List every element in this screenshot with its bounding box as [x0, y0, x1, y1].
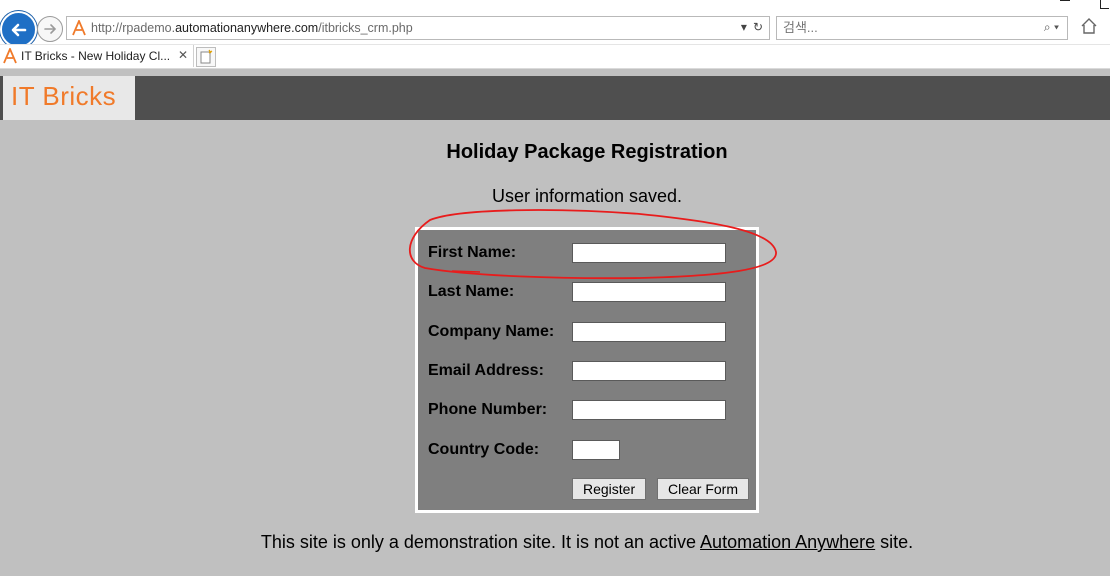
dropdown-icon[interactable]: ▾: [741, 20, 747, 34]
tab-close-icon[interactable]: ✕: [178, 48, 188, 62]
page-title: Holiday Package Registration: [446, 141, 728, 163]
new-tab-button[interactable]: [196, 47, 216, 67]
address-url[interactable]: http://rpademo.automationanywhere.com/it…: [91, 21, 413, 35]
url-host: automationanywhere.com: [175, 21, 319, 35]
email-address-label: Email Address:: [428, 362, 544, 379]
status-message: User information saved.: [491, 186, 683, 206]
arrow-left-icon: [11, 23, 26, 36]
register-button[interactable]: Register: [572, 478, 647, 500]
country-code-label: Country Code:: [428, 441, 540, 458]
window-corner-icon[interactable]: [1100, 0, 1109, 9]
search-box[interactable]: ⌕ ▾: [776, 16, 1068, 40]
tab-it-bricks[interactable]: IT Bricks - New Holiday Cl... ✕: [0, 45, 194, 67]
url-path: /itbricks_crm.php: [318, 21, 413, 35]
company-name-field[interactable]: [572, 322, 726, 342]
first-name-label: First Name:: [428, 244, 517, 261]
site-header: IT Bricks: [0, 76, 1110, 120]
address-bar[interactable]: http://rpademo.automationanywhere.com/it…: [66, 16, 770, 40]
tab-favicon-icon: [2, 46, 18, 69]
refresh-icon[interactable]: ↻: [753, 20, 763, 34]
back-button[interactable]: [0, 11, 37, 48]
company-name-label: Company Name:: [428, 323, 555, 340]
clear-form-button[interactable]: Clear Form: [657, 478, 750, 500]
footer-before: This site is only a demonstration site. …: [260, 532, 701, 552]
last-name-field[interactable]: [572, 282, 726, 302]
footer-text: This site is only a demonstration site. …: [0, 532, 1110, 553]
logo[interactable]: IT Bricks: [3, 76, 135, 120]
first-name-field[interactable]: [572, 243, 726, 263]
new-tab-icon: [200, 49, 213, 64]
search-icon[interactable]: ⌕ ▾: [1044, 20, 1059, 35]
automation-anywhere-link[interactable]: Automation Anywhere: [700, 532, 875, 552]
registration-form: First Name: Last Name: Company Name: Ema…: [415, 227, 759, 513]
tab-divider: [0, 68, 1110, 69]
logo-text: IT Bricks: [11, 81, 117, 111]
tab-bar: IT Bricks - New Holiday Cl... ✕: [0, 44, 1110, 69]
browser-chrome: http://rpademo.automationanywhere.com/it…: [0, 0, 1110, 69]
site-favicon-icon: [71, 18, 87, 41]
last-name-label: Last Name:: [428, 283, 515, 300]
footer-after: site.: [875, 532, 914, 552]
phone-number-field[interactable]: [572, 400, 726, 420]
forward-button[interactable]: [37, 16, 63, 42]
phone-number-label: Phone Number:: [428, 401, 548, 418]
search-input[interactable]: [783, 20, 1023, 35]
email-address-field[interactable]: [572, 361, 726, 381]
home-icon[interactable]: [1080, 17, 1098, 40]
tab-title: IT Bricks - New Holiday Cl...: [21, 49, 171, 63]
arrow-right-icon: [44, 24, 57, 34]
country-code-field[interactable]: [572, 440, 620, 460]
minimize-icon[interactable]: [1060, 0, 1070, 3]
url-prefix: http://rpademo.: [91, 21, 176, 35]
